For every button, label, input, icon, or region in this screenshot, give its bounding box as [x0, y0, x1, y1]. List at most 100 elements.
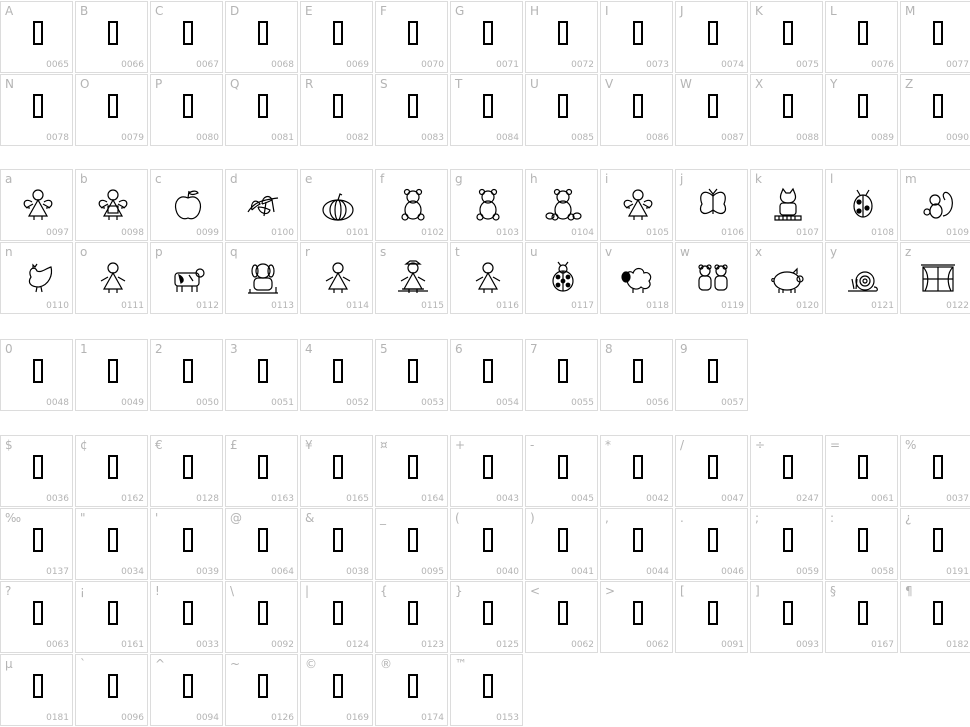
- missing-glyph-box-icon: [408, 528, 418, 552]
- glyph-code-label: 0098: [121, 228, 144, 238]
- glyph-char-label: h: [530, 172, 538, 186]
- glyph-code-label: 0058: [871, 567, 894, 577]
- glyph-char-label: x: [755, 245, 763, 259]
- glyph-code-label: 0078: [46, 133, 69, 143]
- glyph-char-label: Q: [230, 77, 240, 91]
- missing-glyph-box-icon: [783, 94, 793, 118]
- glyph-char-label: 5: [380, 342, 388, 356]
- glyph-code-label: 0034: [121, 567, 144, 577]
- glyph-code-label: 0092: [271, 640, 294, 650]
- glyph-cell: h 0104: [525, 169, 598, 241]
- glyph-char-label: G: [455, 4, 465, 18]
- glyph-char-label: .: [680, 511, 684, 525]
- glyph-code-label: 0086: [646, 133, 669, 143]
- glyph-code-label: 0081: [271, 133, 294, 143]
- glyph-char-label: F: [380, 4, 387, 18]
- glyph-code-label: 0053: [421, 398, 444, 408]
- glyph-char-label: H: [530, 4, 540, 18]
- rooster-icon: [28, 263, 53, 293]
- glyph-code-label: 0165: [346, 494, 369, 504]
- glyph-char-label: e: [305, 172, 313, 186]
- glyph-cell: ¶ 0182: [900, 581, 970, 653]
- glyph-code-label: 0191: [946, 567, 969, 577]
- missing-glyph-box-icon: [258, 359, 268, 383]
- glyph-cell: b 0098: [75, 169, 148, 241]
- glyph-code-label: 0042: [646, 494, 669, 504]
- missing-glyph-box-icon: [108, 528, 118, 552]
- glyph-char-label: b: [80, 172, 88, 186]
- missing-glyph-box-icon: [858, 528, 868, 552]
- glyph-char-label: %: [905, 438, 917, 452]
- glyph-code-label: 0112: [196, 301, 219, 311]
- glyph-char-label: i: [605, 172, 609, 186]
- glyph-char-label: *: [605, 438, 611, 452]
- glyph-cell: 9 0057: [675, 339, 748, 411]
- glyph-char-label: X: [755, 77, 764, 91]
- missing-glyph-box-icon: [33, 455, 43, 479]
- glyph-cell: 5 0053: [375, 339, 448, 411]
- glyph-cell: ) 0041: [525, 508, 598, 580]
- glyph-char-label: ': [155, 511, 159, 525]
- glyph-cell: £0163: [225, 435, 298, 507]
- glyph-cell: 2 0050: [150, 339, 223, 411]
- glyph-char-label: Y: [830, 77, 838, 91]
- glyph-cell: n 0110: [0, 242, 73, 314]
- glyph-cell: ÷ 0247: [750, 435, 823, 507]
- glyph-char-label: (: [455, 511, 460, 525]
- glyph-char-label: _: [380, 511, 386, 525]
- missing-glyph-box-icon: [33, 528, 43, 552]
- glyph-code-label: 0051: [271, 398, 294, 408]
- glyph-char-label: 1: [80, 342, 88, 356]
- glyph-char-label: 8: [605, 342, 613, 356]
- missing-glyph-box-icon: [633, 455, 643, 479]
- glyph-code-label: 0167: [871, 640, 894, 650]
- glyph-code-label: 0137: [46, 567, 69, 577]
- glyph-cell: J 0074: [675, 1, 748, 73]
- glyph-char-label: a: [5, 172, 13, 186]
- glyph-cell: ] 0093: [750, 581, 823, 653]
- glyph-code-label: 0122: [946, 301, 969, 311]
- missing-glyph-box-icon: [33, 21, 43, 45]
- glyph-code-label: 0079: [121, 133, 144, 143]
- glyph-cell: u 0117: [525, 242, 598, 314]
- glyph-code-label: 0054: [496, 398, 519, 408]
- missing-glyph-box-icon: [858, 601, 868, 625]
- glyph-code-label: 0105: [646, 228, 669, 238]
- sheep-icon: [621, 267, 652, 293]
- glyph-code-label: 0164: [421, 494, 444, 504]
- glyph-char-label: I: [605, 4, 609, 18]
- glyph-code-label: 0066: [121, 60, 144, 70]
- glyph-char-label: L: [830, 4, 837, 18]
- glyph-code-label: 0084: [496, 133, 519, 143]
- glyph-char-label: l: [830, 172, 834, 186]
- glyph-char-label: C: [155, 4, 164, 18]
- missing-glyph-box-icon: [933, 601, 943, 625]
- glyph-char-label: P: [155, 77, 163, 91]
- butterfly-icon: [699, 188, 727, 214]
- glyph-code-label: 0093: [796, 640, 819, 650]
- angel-basket-icon: [98, 189, 128, 220]
- glyph-cell: = 0061: [825, 435, 898, 507]
- glyph-cell: ¿ 0191: [900, 508, 970, 580]
- missing-glyph-box-icon: [333, 528, 343, 552]
- glyph-cell: E 0069: [300, 1, 373, 73]
- missing-glyph-box-icon: [183, 21, 193, 45]
- glyph-code-label: 0114: [346, 301, 369, 311]
- glyph-char-label: 6: [455, 342, 463, 356]
- glyph-code-label: 0169: [346, 713, 369, 723]
- glyph-char-label: w: [680, 245, 690, 259]
- glyph-char-label: j: [680, 172, 684, 186]
- glyph-cell: r 0114: [300, 242, 373, 314]
- glyph-char-label: U: [530, 77, 539, 91]
- glyph-code-label: 0085: [571, 133, 594, 143]
- squirrel-icon: [923, 191, 953, 219]
- glyph-code-label: 0050: [196, 398, 219, 408]
- glyph-code-label: 0094: [196, 713, 219, 723]
- missing-glyph-box-icon: [183, 601, 193, 625]
- missing-glyph-box-icon: [408, 359, 418, 383]
- missing-glyph-box-icon: [408, 674, 418, 698]
- glyph-cell: ! 0033: [150, 581, 223, 653]
- glyph-code-label: 0046: [721, 567, 744, 577]
- glyph-cell: D 0068: [225, 1, 298, 73]
- leaves-icon: [247, 195, 279, 217]
